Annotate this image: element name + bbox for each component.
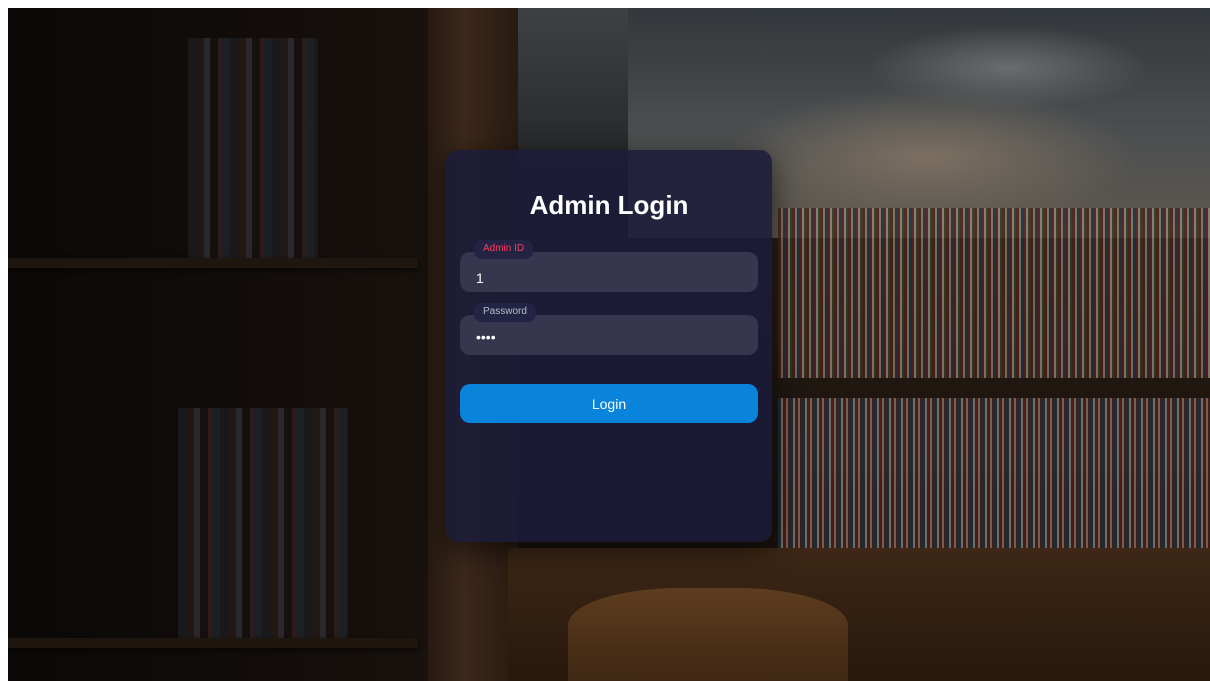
admin-id-field: Admin ID (460, 240, 758, 292)
login-card: Admin Login Admin ID •••• Password Login (446, 150, 772, 542)
login-title: Admin Login (529, 190, 689, 220)
admin-id-label: Admin ID (474, 240, 534, 259)
password-field: •••• Password (460, 303, 758, 355)
login-button[interactable]: Login (460, 384, 758, 423)
login-page: Admin Login Admin ID •••• Password Login (8, 8, 1210, 681)
password-label: Password (474, 303, 536, 322)
password-masked-value: •••• (476, 329, 496, 345)
